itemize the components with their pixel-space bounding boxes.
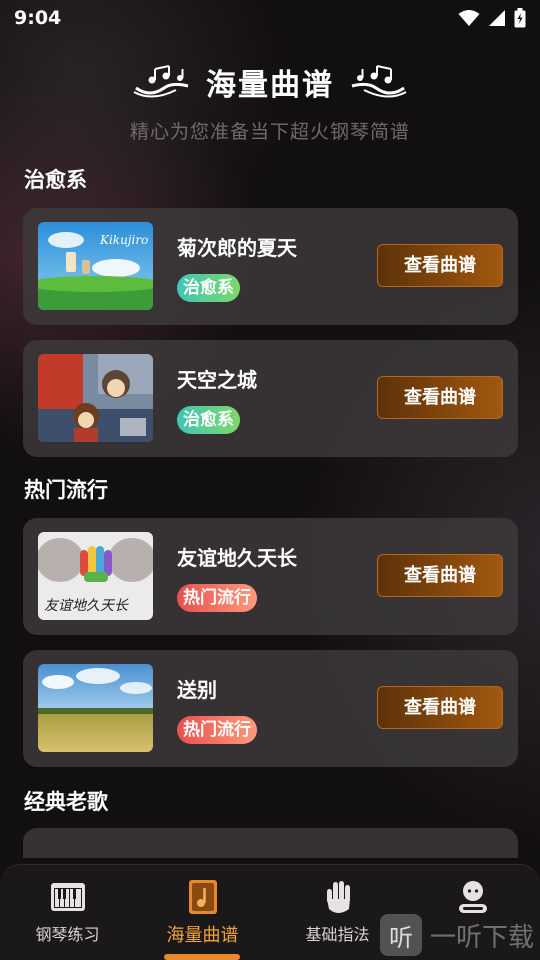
hand-icon bbox=[326, 881, 350, 913]
tab-label: 基础指法 bbox=[305, 925, 370, 944]
page-header: 海量曲谱 bbox=[0, 60, 540, 104]
song-card[interactable]: 送别 热门流行 查看曲谱 bbox=[23, 650, 518, 767]
song-cover-kikujiro: Kikujiro bbox=[38, 222, 153, 310]
watermark: 听 一听下载 bbox=[380, 914, 534, 956]
song-cover-auld-lang-syne: 友谊地久天长 bbox=[38, 532, 153, 620]
piano-icon bbox=[50, 883, 85, 911]
status-time: 9:04 bbox=[14, 7, 62, 29]
page-title: 海量曲谱 bbox=[206, 68, 334, 103]
watermark-logo: 听 bbox=[380, 914, 422, 956]
profile-icon bbox=[458, 881, 487, 913]
tab-sheet-music[interactable]: 海量曲谱 bbox=[135, 865, 270, 960]
category-tag: 治愈系 bbox=[177, 274, 240, 302]
category-tag: 治愈系 bbox=[177, 406, 240, 434]
category-tag: 热门流行 bbox=[177, 584, 257, 612]
view-sheet-button[interactable]: 查看曲谱 bbox=[377, 244, 503, 287]
page-subtitle: 精心为您准备当下超火钢琴简谱 bbox=[129, 121, 410, 143]
wifi-icon bbox=[458, 10, 480, 26]
cover-text-kikujiro: Kikujiro bbox=[99, 233, 148, 247]
category-tag: 热门流行 bbox=[177, 716, 257, 744]
music-notes-right-icon bbox=[351, 65, 407, 98]
music-book-icon bbox=[188, 880, 217, 914]
song-card[interactable]: 天空之城 治愈系 查看曲谱 bbox=[23, 340, 518, 457]
tab-label: 海量曲谱 bbox=[166, 925, 239, 946]
status-icons bbox=[458, 8, 526, 28]
section-title-popular: 热门流行 bbox=[24, 478, 108, 502]
view-sheet-button[interactable]: 查看曲谱 bbox=[377, 686, 503, 729]
tab-piano-practice[interactable]: 钢琴练习 bbox=[0, 865, 135, 960]
cover-text-auld-lang-syne: 友谊地久天长 bbox=[44, 598, 129, 614]
music-notes-left-icon bbox=[133, 65, 189, 98]
song-title: 菊次郎的夏天 bbox=[177, 236, 297, 260]
song-card[interactable]: Kikujiro 菊次郎的夏天 治愈系 查看曲谱 bbox=[23, 208, 518, 325]
song-card-partial[interactable] bbox=[23, 828, 518, 858]
song-cover-castle-in-the-sky bbox=[38, 354, 153, 442]
song-title: 友谊地久天长 bbox=[177, 546, 297, 570]
song-cover-farewell bbox=[38, 664, 153, 752]
active-tab-indicator bbox=[164, 954, 240, 960]
song-card[interactable]: 友谊地久天长 友谊地久天长 热门流行 查看曲谱 bbox=[23, 518, 518, 635]
view-sheet-button[interactable]: 查看曲谱 bbox=[377, 554, 503, 597]
song-title: 天空之城 bbox=[177, 368, 257, 392]
section-title-classic: 经典老歌 bbox=[24, 790, 108, 814]
view-sheet-button[interactable]: 查看曲谱 bbox=[377, 376, 503, 419]
song-title: 送别 bbox=[177, 678, 217, 702]
section-title-healing: 治愈系 bbox=[24, 168, 87, 192]
tab-label: 钢琴练习 bbox=[35, 925, 100, 944]
watermark-text: 一听下载 bbox=[430, 922, 535, 953]
battery-icon bbox=[514, 8, 526, 28]
status-bar: 9:04 bbox=[0, 0, 540, 36]
signal-icon bbox=[489, 10, 505, 26]
